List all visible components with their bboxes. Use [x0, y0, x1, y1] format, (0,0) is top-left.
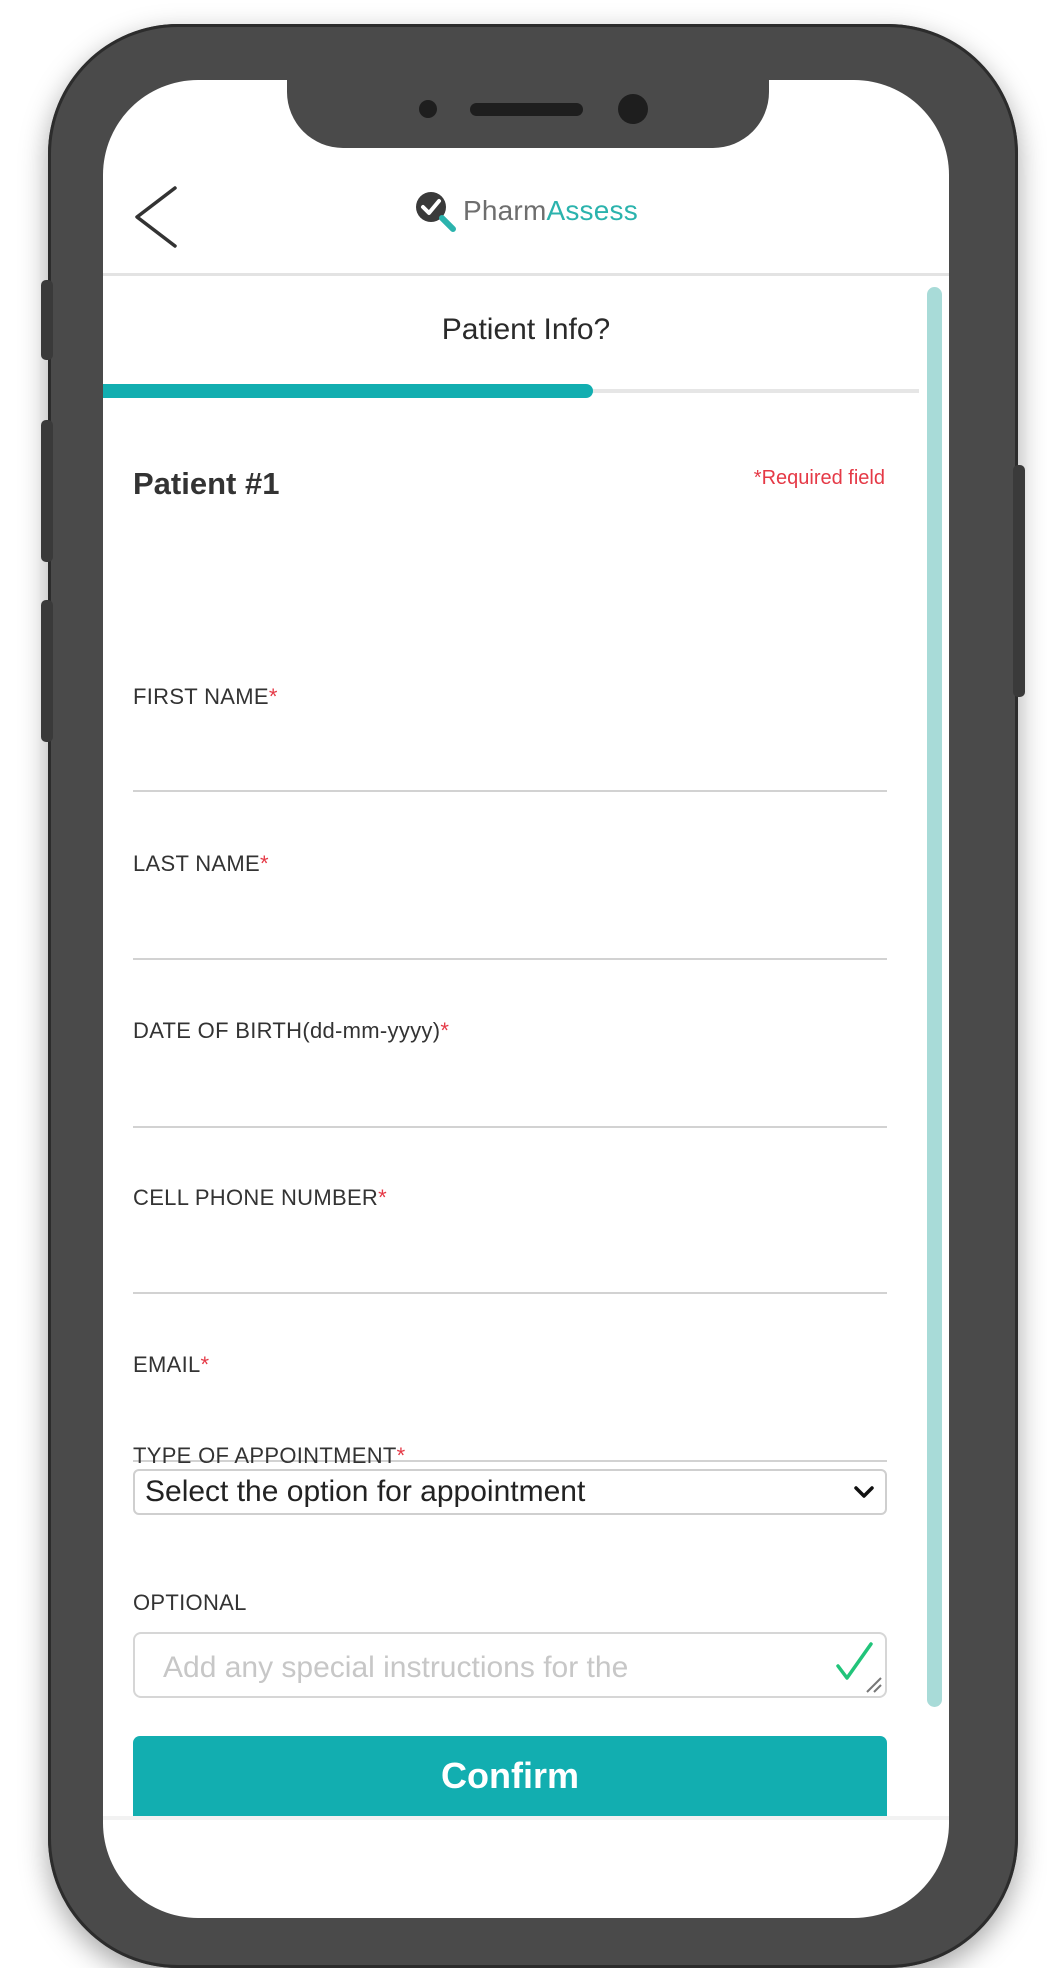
cell-phone-label: CELL PHONE NUMBER*: [133, 1185, 387, 1211]
first-name-underline: [133, 790, 887, 792]
progress-bar: [103, 384, 919, 398]
chevron-left-icon: [135, 186, 177, 248]
appointment-select-value: Select the option for appointment: [145, 1475, 586, 1508]
appointment-type-label: TYPE OF APPOINTMENT*: [133, 1443, 406, 1469]
optional-label: OPTIONAL: [133, 1590, 247, 1615]
required-field-note: *Required field: [753, 467, 885, 489]
confirm-button[interactable]: Confirm: [133, 1736, 887, 1816]
phone-screen: PharmAssess Patient Info? Patient #1 *Re…: [103, 80, 949, 1918]
cell-phone-underline: [133, 1292, 887, 1294]
last-name-label-text: LAST NAME: [133, 851, 260, 876]
date-of-birth-underline: [133, 1126, 887, 1128]
required-star: *: [396, 1443, 406, 1468]
email-label: EMAIL*: [133, 1352, 209, 1378]
front-camera: [618, 94, 648, 124]
phone-notch: [287, 80, 769, 148]
proximity-sensor: [419, 100, 437, 118]
first-name-input[interactable]: [133, 738, 891, 790]
magnifier-check-icon: [416, 192, 456, 232]
last-name-input[interactable]: [133, 906, 891, 958]
progress-bar-fill: [103, 384, 593, 398]
earpiece-speaker: [470, 103, 583, 116]
logo-wordmark: PharmAssess: [463, 195, 638, 227]
patient-heading: Patient #1: [133, 466, 280, 501]
date-of-birth-label-text: DATE OF BIRTH(dd-mm-yyyy): [133, 1018, 441, 1043]
bottom-divider: [103, 1816, 949, 1820]
required-star: *: [200, 1352, 210, 1377]
mute-switch: [41, 280, 53, 360]
step-title: Patient Info?: [441, 313, 611, 346]
required-star: *: [440, 1018, 450, 1043]
logo-text-assess: Assess: [546, 195, 638, 226]
required-star: *: [378, 1185, 387, 1210]
date-of-birth-input[interactable]: [133, 1074, 891, 1126]
cell-phone-label-text: CELL PHONE NUMBER: [133, 1185, 379, 1210]
first-name-label: FIRST NAME*: [133, 684, 278, 710]
textarea-placeholder: Add any special instructions for the: [163, 1651, 629, 1684]
power-button: [1013, 465, 1025, 697]
date-of-birth-label: DATE OF BIRTH(dd-mm-yyyy)*: [133, 1018, 449, 1044]
required-star: *: [260, 851, 269, 876]
appointment-type-label-text: TYPE OF APPOINTMENT: [133, 1443, 397, 1468]
appointment-type-select[interactable]: Select the option for appointment: [133, 1469, 887, 1515]
app-logo: PharmAssess: [411, 187, 638, 235]
volume-down-button: [41, 600, 53, 742]
header-divider: [103, 273, 949, 276]
first-name-label-text: FIRST NAME: [133, 684, 269, 709]
email-label-text: EMAIL: [133, 1352, 201, 1377]
volume-up-button: [41, 420, 53, 562]
required-star: *: [268, 684, 278, 709]
logo-text-pharm: Pharm: [463, 195, 547, 226]
scrollbar[interactable]: [927, 287, 942, 1707]
back-button[interactable]: [127, 182, 183, 252]
cell-phone-input[interactable]: [133, 1240, 891, 1292]
chevron-down-icon: [854, 1486, 874, 1498]
resize-grip-icon[interactable]: [861, 1672, 883, 1694]
last-name-underline: [133, 958, 887, 960]
special-instructions-textarea[interactable]: Add any special instructions for the: [133, 1632, 887, 1698]
last-name-label: LAST NAME*: [133, 851, 269, 877]
